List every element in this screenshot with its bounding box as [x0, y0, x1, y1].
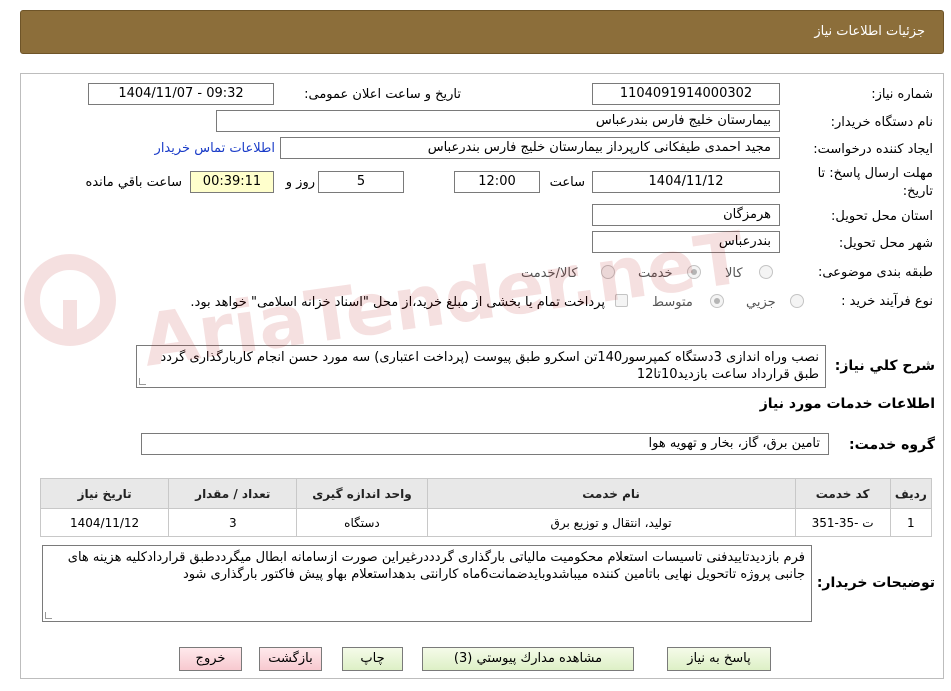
- deadline-label: مهلت ارسال پاسخ: تا: [817, 166, 933, 181]
- buyer-org-field: بیمارستان خلیج فارس بندرعباس: [216, 110, 780, 132]
- buyer-notes-textarea[interactable]: فرم بازدیدتاییدفنی تاسیسات استعلام محکوم…: [42, 545, 812, 622]
- treasury-payment-checkbox[interactable]: [615, 294, 628, 307]
- exit-button[interactable]: خروج: [179, 647, 242, 671]
- deadline-time-field: 12:00: [454, 171, 540, 193]
- table-header-row: ردیف کد خدمت نام خدمت واحد اندازه گیری ت…: [39, 478, 933, 509]
- remaining-time-field: 00:39:11: [190, 171, 274, 193]
- col-header-row-num: ردیف: [889, 478, 933, 509]
- cell-service-name: تولید، انتقال و توزیع برق: [426, 508, 796, 537]
- col-header-unit: واحد اندازه گیری: [296, 478, 428, 509]
- reply-button[interactable]: پاسخ به نیاز: [667, 647, 771, 671]
- announce-date-field: 1404/11/07 - 09:32: [88, 83, 274, 105]
- category-option-goods: کالا: [725, 266, 743, 281]
- category-option-service: خدمت: [638, 266, 673, 281]
- col-header-need-date: تاریخ نیاز: [39, 478, 170, 509]
- city-label: شهر محل تحویل:: [838, 236, 933, 251]
- col-header-service-name: نام خدمت: [426, 478, 796, 509]
- cell-row-num: 1: [889, 508, 933, 537]
- need-number-field: 1104091914000302: [592, 83, 780, 105]
- cell-service-code: ت -35-351: [794, 508, 891, 537]
- buyer-contact-link[interactable]: اطلاعات تماس خریدار: [155, 141, 275, 156]
- services-heading: اطلاعات خدمات مورد نیاز: [759, 396, 935, 412]
- page-header: جزئیات اطلاعات نیاز: [20, 10, 944, 54]
- services-table: ردیف کد خدمت نام خدمت واحد اندازه گیری ت…: [39, 478, 933, 537]
- process-type-label: نوع فرآیند خرید :: [841, 294, 933, 309]
- days-field: 5: [318, 171, 404, 193]
- category-radio-goods-service[interactable]: [601, 265, 615, 279]
- resize-handle-icon[interactable]: [139, 378, 146, 385]
- city-field: بندرعباس: [592, 231, 780, 253]
- buyer-notes-text: فرم بازدیدتاییدفنی تاسیسات استعلام محکوم…: [67, 550, 805, 582]
- process-option-medium: متوسط: [652, 295, 693, 310]
- remaining-time-label: ساعت باقي مانده: [85, 175, 182, 190]
- category-radio-goods[interactable]: [759, 265, 773, 279]
- creator-label: ایجاد کننده درخواست:: [813, 142, 933, 157]
- category-radio-service[interactable]: [687, 265, 701, 279]
- description-textarea[interactable]: نصب وراه اندازی 3دستگاه کمپرسور140تن اسک…: [136, 345, 826, 388]
- creator-field: مجید احمدی طیفکانی کارپرداز بیمارستان خل…: [280, 137, 780, 159]
- days-label: روز و: [285, 175, 315, 190]
- buyer-notes-label: توضیحات خریدار:: [816, 575, 935, 591]
- process-option-minor: جزیي: [746, 295, 776, 310]
- description-text: نصب وراه اندازی 3دستگاه کمپرسور140تن اسک…: [160, 350, 819, 382]
- service-group-label: گروه خدمت:: [849, 437, 935, 453]
- category-label: طبقه بندی موضوعی:: [817, 265, 933, 280]
- province-label: استان محل تحویل:: [831, 209, 933, 224]
- cell-quantity: 3: [168, 508, 298, 537]
- service-group-field: تامین برق، گاز، بخار و تهویه هوا: [141, 433, 829, 455]
- announce-date-label: تاریخ و ساعت اعلان عمومی:: [304, 87, 461, 102]
- description-label: شرح کلي نیاز:: [834, 358, 935, 374]
- treasury-payment-note: پرداخت تمام یا بخشی از مبلغ خرید،از محل …: [190, 295, 605, 310]
- deadline-date-field: 1404/11/12: [592, 171, 780, 193]
- page-title: جزئیات اطلاعات نیاز: [814, 24, 925, 39]
- col-header-service-code: کد خدمت: [794, 478, 891, 509]
- cell-unit: دستگاه: [296, 508, 428, 537]
- cell-need-date: 1404/11/12: [39, 508, 170, 537]
- col-header-quantity: تعداد / مقدار: [168, 478, 298, 509]
- deadline-time-label: ساعت: [549, 175, 585, 190]
- need-number-label: شماره نیاز:: [871, 87, 933, 102]
- resize-handle-icon[interactable]: [45, 612, 52, 619]
- view-attachments-button[interactable]: مشاهده مدارك پیوستي (3): [422, 647, 634, 671]
- buyer-org-label: نام دستگاه خریدار:: [830, 115, 933, 130]
- table-row: 1 ت -35-351 تولید، انتقال و توزیع برق دس…: [39, 508, 933, 537]
- print-button[interactable]: چاپ: [342, 647, 403, 671]
- province-field: هرمزگان: [592, 204, 780, 226]
- deadline-label-date: تاریخ:: [902, 184, 933, 199]
- category-option-goods-service: کالا/خدمت: [521, 266, 578, 281]
- back-button[interactable]: بازگشت: [259, 647, 322, 671]
- process-radio-minor[interactable]: [790, 294, 804, 308]
- process-radio-medium[interactable]: [710, 294, 724, 308]
